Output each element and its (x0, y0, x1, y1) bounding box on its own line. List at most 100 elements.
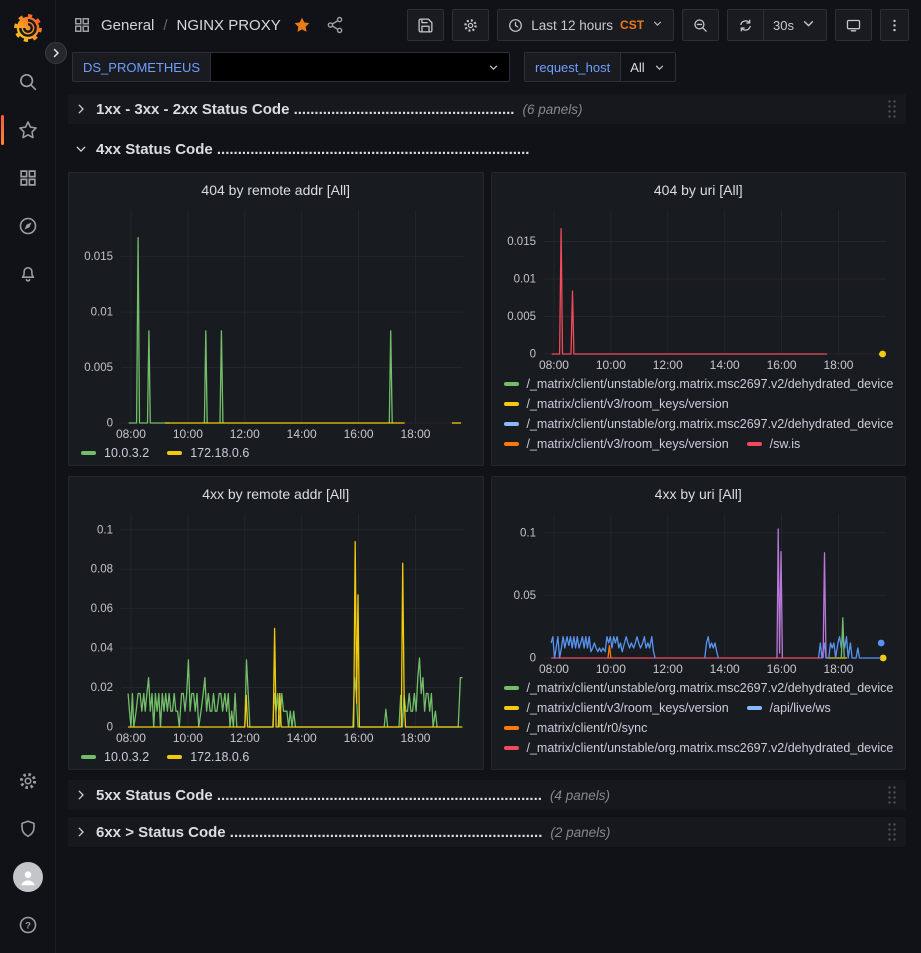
legend-label: 10.0.3.2 (104, 750, 149, 764)
refresh-interval-select[interactable]: 30s (763, 10, 826, 40)
sidebar-item-profile[interactable] (8, 857, 48, 897)
sidebar-item-starred[interactable] (8, 110, 48, 150)
svg-text:0.1: 0.1 (97, 524, 113, 536)
zoom-out-icon (692, 17, 709, 34)
timeseries-plot[interactable]: 00.0050.010.01508:0010:0012:0014:0016:00… (500, 204, 898, 374)
sidebar-item-server-admin[interactable] (8, 809, 48, 849)
panel-title[interactable]: 4xx by uri [All] (500, 484, 898, 508)
sidebar-expand-button[interactable] (45, 42, 67, 64)
sidebar-item-configuration[interactable] (8, 761, 48, 801)
refresh-interval-label: 30s (773, 18, 794, 33)
row-5xx-status-code[interactable]: 5xx Status Code ........................… (68, 780, 906, 810)
timeseries-plot[interactable]: 00.0050.010.01508:0010:0012:0014:0016:00… (77, 204, 475, 443)
svg-text:0: 0 (107, 418, 113, 430)
svg-text:0.015: 0.015 (84, 251, 113, 263)
legend-item[interactable]: /_matrix/client/unstable/org.matrix.msc2… (504, 417, 894, 431)
legend-item[interactable]: /api/live/ws (747, 701, 831, 715)
share-button[interactable] (323, 13, 347, 37)
panel-title[interactable]: 404 by uri [All] (500, 180, 898, 204)
timeseries-plot[interactable]: 00.050.108:0010:0012:0014:0016:0018:00 (500, 508, 898, 678)
more-options-button[interactable] (880, 9, 909, 41)
row-1xx-3xx-2xx-status-code[interactable]: 1xx - 3xx - 2xx Status Code ............… (68, 94, 906, 124)
svg-text:?: ? (25, 920, 31, 931)
legend-item[interactable]: /_matrix/client/v3/room_keys/version (504, 437, 729, 451)
svg-text:0.05: 0.05 (513, 590, 535, 602)
favorite-star-button[interactable] (290, 13, 314, 37)
refresh-button[interactable] (728, 10, 763, 40)
row-6xx-status-code[interactable]: 6xx > Status Code ......................… (68, 817, 906, 847)
help-icon: ? (17, 914, 39, 936)
sidebar-item-explore[interactable] (8, 206, 48, 246)
legend-swatch (504, 402, 519, 406)
legend-swatch (504, 382, 519, 386)
svg-text:14:00: 14:00 (709, 662, 739, 676)
legend-item[interactable]: 172.18.0.6 (167, 750, 249, 764)
star-filled-icon (292, 15, 312, 35)
search-icon (17, 71, 39, 93)
sidebar-item-alerting[interactable] (8, 254, 48, 294)
legend-item[interactable]: /_matrix/client/v3/room_keys/version (504, 701, 729, 715)
svg-text:18:00: 18:00 (400, 427, 430, 441)
toolbar-actions: Last 12 hours CST 30s (407, 9, 909, 41)
breadcrumb-section[interactable]: General (101, 17, 154, 34)
timeseries-plot[interactable]: 00.020.040.060.080.108:0010:0012:0014:00… (77, 508, 475, 747)
variable-datasource: DS_PROMETHEUS (72, 52, 510, 82)
compass-icon (17, 215, 39, 237)
svg-text:12:00: 12:00 (230, 731, 260, 745)
svg-text:14:00: 14:00 (287, 731, 317, 745)
drag-handle-icon[interactable] (886, 99, 898, 119)
timezone-label: CST (620, 18, 644, 32)
panel-4xx-by-uri: 4xx by uri [All] 00.050.108:0010:0012:00… (491, 476, 907, 770)
legend-item[interactable]: 10.0.3.2 (81, 750, 149, 764)
grafana-logo[interactable] (12, 12, 44, 44)
svg-text:0: 0 (529, 653, 535, 665)
legend-item[interactable]: /_matrix/client/unstable/org.matrix.msc2… (504, 681, 894, 695)
sidebar-item-dashboards[interactable] (8, 158, 48, 198)
request-host-variable-value: All (630, 60, 644, 75)
chevron-down-icon (653, 61, 666, 74)
panel-title[interactable]: 4xx by remote addr [All] (77, 484, 475, 508)
dashboard-settings-button[interactable] (452, 9, 489, 41)
drag-handle-icon[interactable] (886, 785, 898, 805)
svg-text:08:00: 08:00 (116, 731, 146, 745)
datasource-variable-select[interactable] (210, 52, 510, 82)
legend-item[interactable]: /_matrix/client/v3/room_keys/version (504, 397, 729, 411)
dashboards-grid-icon (17, 167, 39, 189)
legend-swatch (167, 451, 182, 455)
chevron-right-icon (74, 825, 88, 839)
panel-legend: 10.0.3.2 172.18.0.6 (77, 747, 475, 764)
sidebar-item-search[interactable] (8, 62, 48, 102)
svg-text:08:00: 08:00 (538, 662, 568, 676)
legend-item[interactable]: 172.18.0.6 (167, 446, 249, 460)
legend-swatch (504, 746, 519, 750)
svg-text:0.005: 0.005 (84, 362, 113, 374)
zoom-out-time-button[interactable] (682, 9, 719, 41)
sidebar-item-help[interactable]: ? (8, 905, 48, 945)
cycle-view-mode-button[interactable] (835, 9, 872, 41)
save-icon (417, 17, 434, 34)
drag-handle-icon[interactable] (886, 822, 898, 842)
legend-item[interactable]: /sw.is (747, 437, 801, 451)
legend-item[interactable]: 10.0.3.2 (81, 446, 149, 460)
svg-text:18:00: 18:00 (400, 731, 430, 745)
star-icon (17, 119, 39, 141)
legend-label: /_matrix/client/unstable/org.matrix.msc2… (527, 377, 894, 391)
legend-item[interactable]: /_matrix/client/r0/sync (504, 721, 648, 735)
main-area: General / NGINX PROXY L (56, 0, 921, 953)
dashboard-header: General / NGINX PROXY L (56, 0, 921, 50)
time-range-picker[interactable]: Last 12 hours CST (497, 9, 674, 41)
row-4xx-status-code[interactable]: 4xx Status Code ........................… (68, 136, 906, 162)
panel-title[interactable]: 404 by remote addr [All] (77, 180, 475, 204)
bell-icon (17, 263, 39, 285)
breadcrumb-separator: / (163, 17, 167, 34)
row-panel-count: (2 panels) (550, 825, 610, 840)
legend-item[interactable]: /_matrix/client/unstable/org.matrix.msc2… (504, 741, 894, 755)
row-title: 1xx - 3xx - 2xx Status Code ............… (96, 101, 514, 118)
svg-text:18:00: 18:00 (823, 662, 853, 676)
apps-grid-icon (72, 15, 92, 35)
save-dashboard-button[interactable] (407, 9, 444, 41)
request-host-variable-select[interactable]: All (620, 52, 675, 82)
user-avatar (13, 862, 43, 892)
svg-text:0.005: 0.005 (507, 311, 536, 323)
legend-item[interactable]: /_matrix/client/unstable/org.matrix.msc2… (504, 377, 894, 391)
